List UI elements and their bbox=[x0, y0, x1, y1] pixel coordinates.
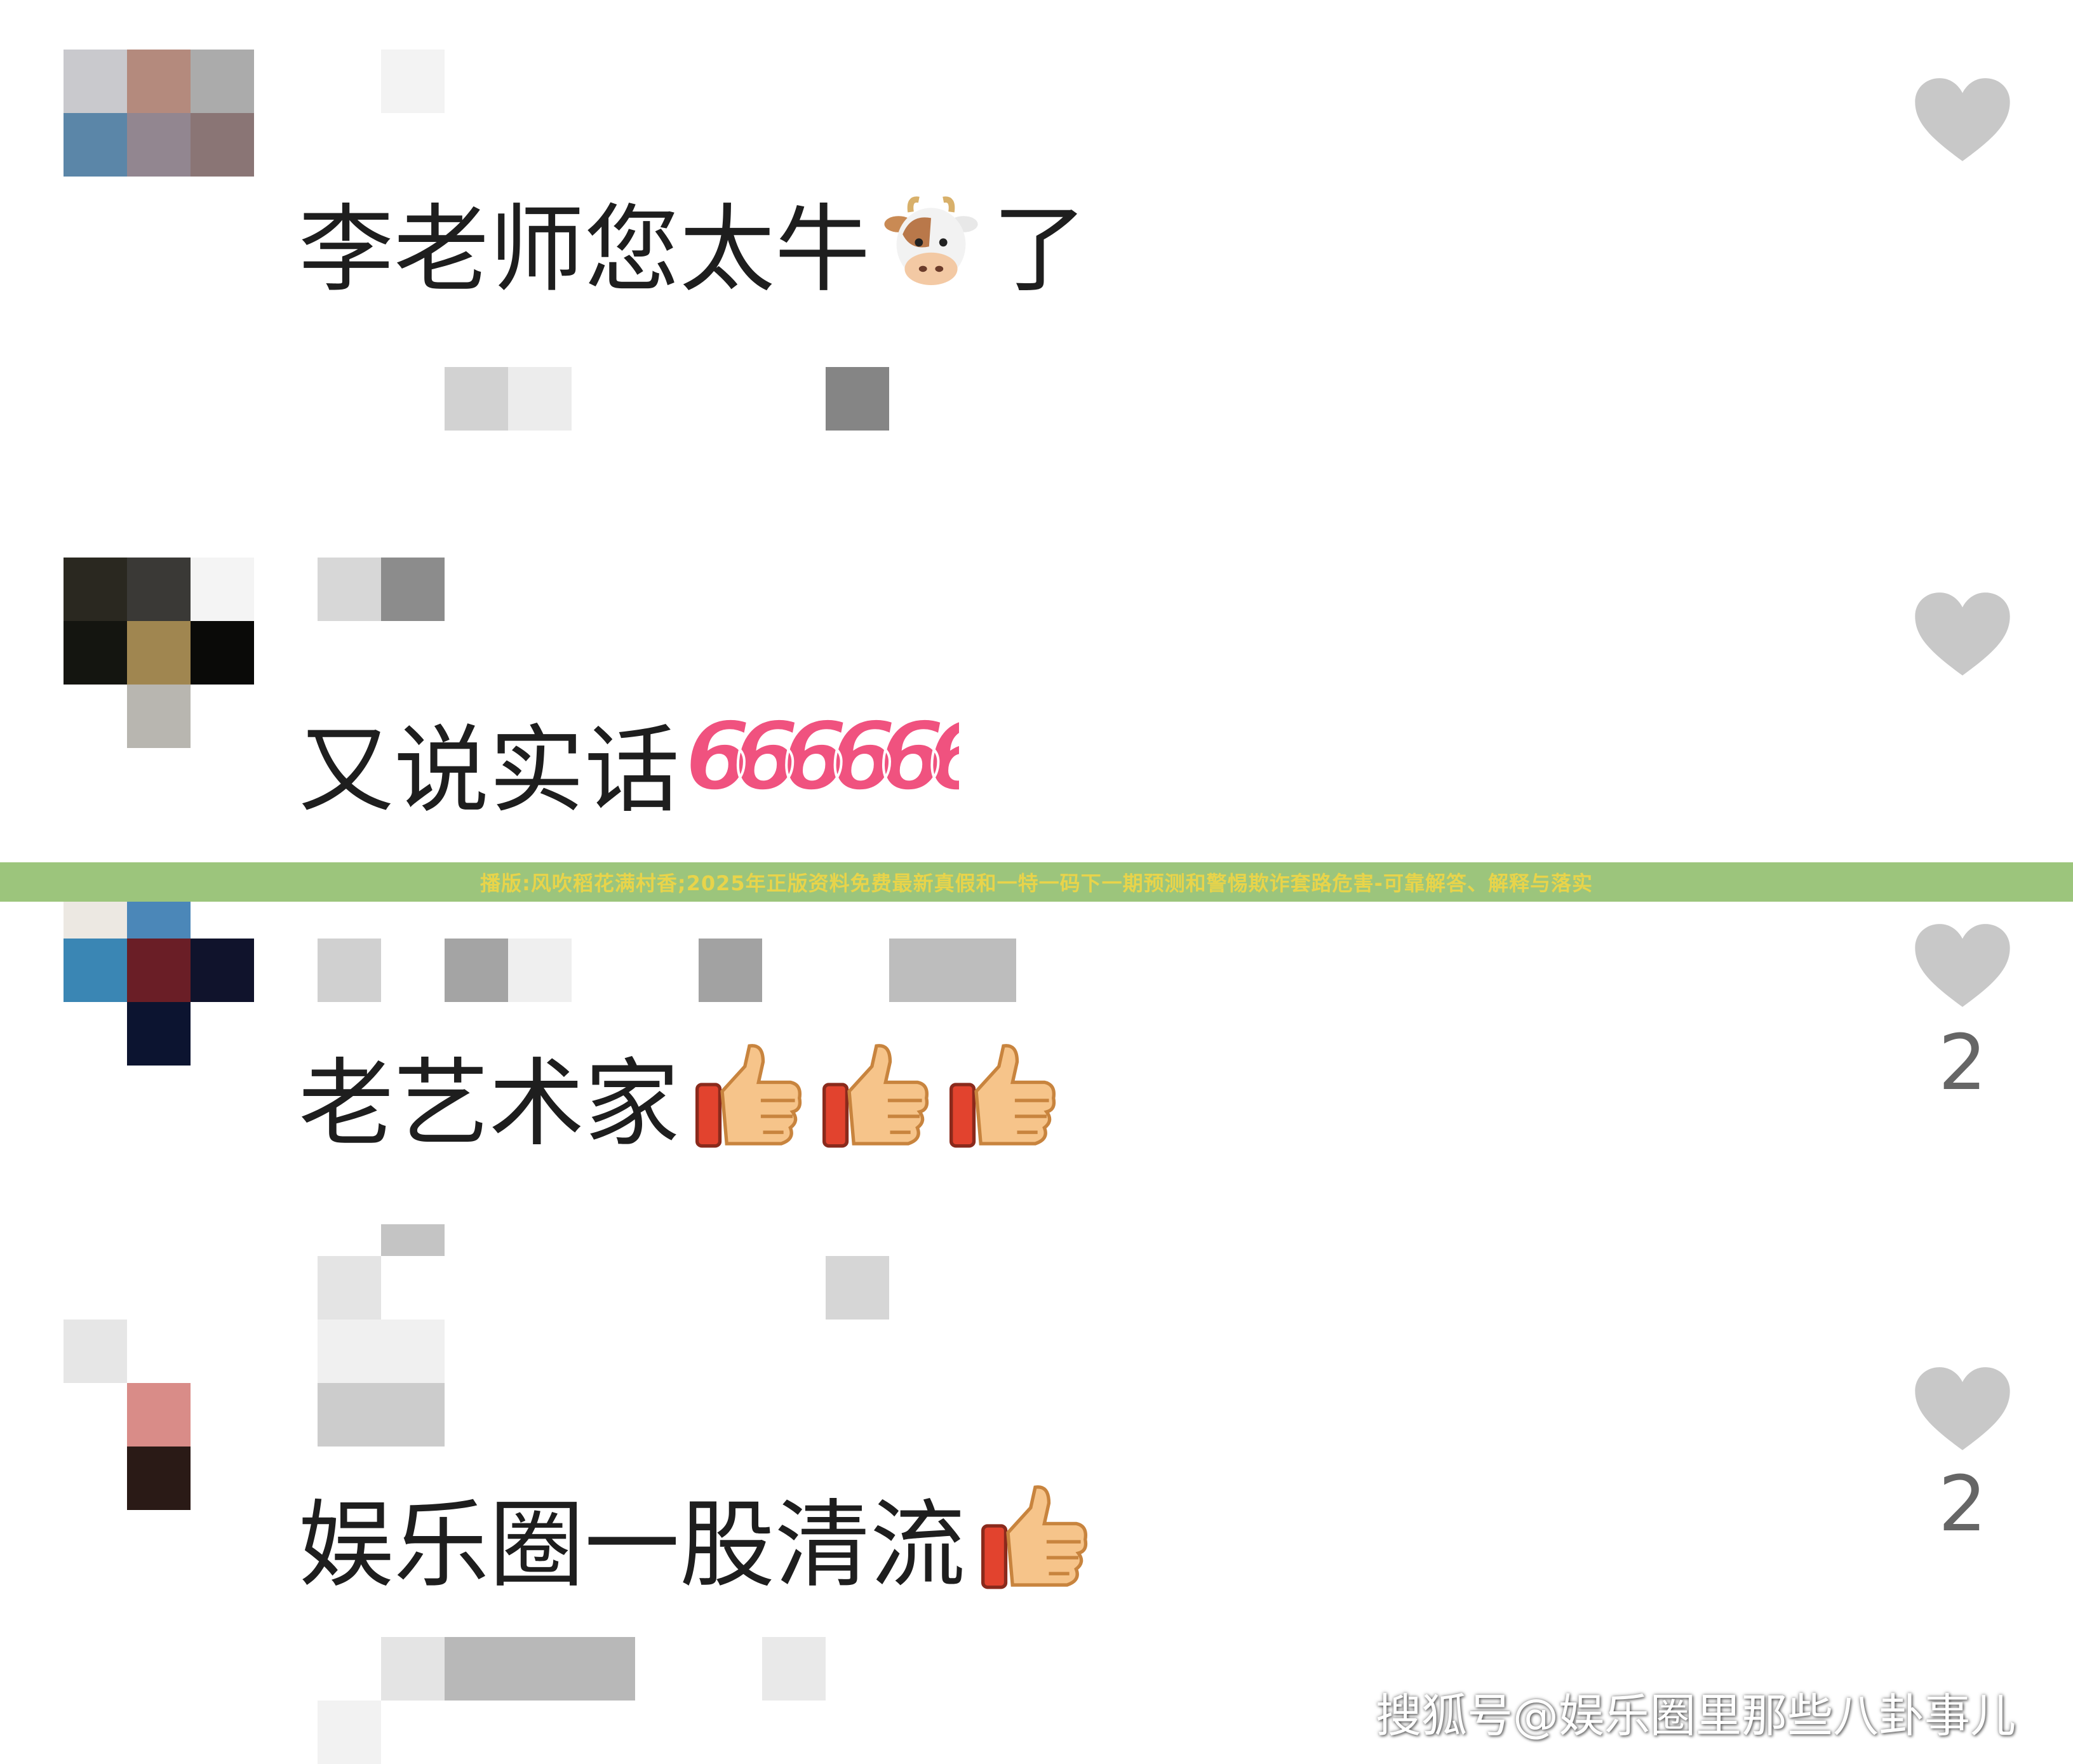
heart-like-icon[interactable] bbox=[1912, 922, 2013, 1011]
like-count: 2 bbox=[1938, 1019, 1987, 1107]
avatar[interactable] bbox=[64, 1320, 254, 1510]
comment-text: 李老师您太牛 了 bbox=[299, 194, 1087, 298]
comment-text-body: 老艺术家 bbox=[299, 1049, 680, 1159]
overlay-banner: 播版:风吹稻花满村香;2025年正版资料免费最新真假和一特一码下一期预测和警惕欺… bbox=[0, 862, 2073, 902]
sticker-666-text: 666666 bbox=[685, 708, 959, 810]
cow-face-icon bbox=[884, 196, 978, 285]
like-count: 2 bbox=[1938, 1460, 1987, 1549]
pink-666-sticker: 666666 bbox=[683, 708, 959, 810]
thumbs-up-icon bbox=[822, 1044, 929, 1148]
avatar[interactable] bbox=[64, 50, 254, 240]
thumbs-up-icon bbox=[981, 1485, 1088, 1589]
heart-like-icon[interactable] bbox=[1912, 1365, 2013, 1454]
username-redacted[interactable] bbox=[318, 939, 1080, 1002]
comment-text-suffix: 了 bbox=[992, 195, 1088, 305]
comment-text-body: 娱乐圈一股清流 bbox=[299, 1490, 966, 1601]
sohu-watermark: 搜狐号@娱乐圈里那些八卦事儿 bbox=[1375, 1689, 2016, 1742]
username-redacted[interactable] bbox=[318, 558, 445, 621]
banner-text: 播版:风吹稻花满村香;2025年正版资料免费最新真假和一特一码下一期预测和警惕欺… bbox=[480, 871, 1593, 895]
comment-text-body: 李老师您太牛 bbox=[299, 195, 871, 305]
thumbs-up-icon bbox=[695, 1044, 802, 1148]
avatar[interactable] bbox=[64, 558, 254, 748]
comment-meta-redacted bbox=[299, 1193, 997, 1320]
username-redacted[interactable] bbox=[318, 50, 445, 113]
comment-text-body: 又说实话 bbox=[299, 716, 680, 826]
thumbs-up-icon bbox=[949, 1044, 1056, 1148]
username-redacted[interactable] bbox=[318, 1320, 445, 1447]
heart-like-icon[interactable] bbox=[1912, 591, 2013, 679]
heart-like-icon[interactable] bbox=[1912, 76, 2013, 165]
comment-meta-redacted bbox=[299, 367, 934, 431]
comment-text: 娱乐圈一股清流 bbox=[299, 1483, 1092, 1593]
comment-meta-redacted bbox=[299, 1637, 997, 1764]
avatar[interactable] bbox=[64, 875, 254, 1066]
comment-text: 老艺术家 bbox=[299, 1041, 1061, 1152]
comment-text: 又说实话 666666 bbox=[299, 708, 959, 819]
